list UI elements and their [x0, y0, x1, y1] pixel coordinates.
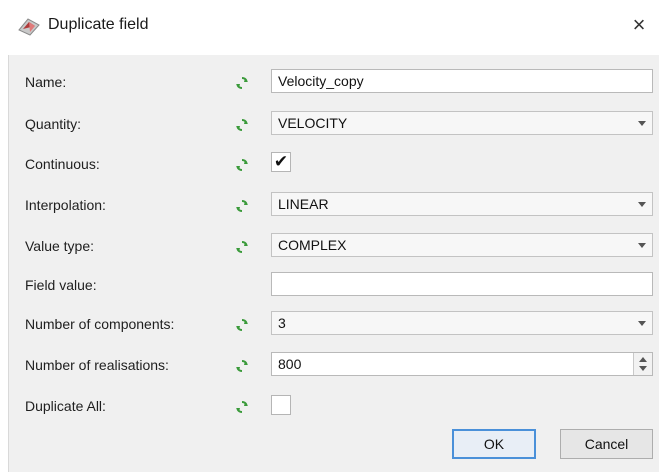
name-link-icon[interactable]: [235, 76, 249, 90]
title-bar: Duplicate field ×: [0, 0, 659, 54]
num-components-value: 3: [278, 315, 286, 331]
spin-down-icon[interactable]: [639, 366, 647, 371]
name-input[interactable]: Velocity_copy: [271, 69, 653, 93]
quantity-label: Quantity:: [25, 116, 82, 132]
chevron-down-icon: [638, 121, 646, 126]
cancel-button[interactable]: Cancel: [560, 429, 653, 459]
chevron-down-icon: [638, 202, 646, 207]
dialog-content: Name: Velocity_copy Quantity: VELOCITY C…: [8, 55, 659, 472]
num-realisations-label: Number of realisations:: [25, 357, 169, 373]
duplicate-all-link-icon[interactable]: [235, 400, 249, 414]
chevron-down-icon: [638, 321, 646, 326]
value-type-link-icon[interactable]: [235, 240, 249, 254]
quantity-link-icon[interactable]: [235, 118, 249, 132]
num-components-select[interactable]: 3: [271, 311, 653, 335]
continuous-checkbox[interactable]: ✔: [271, 152, 291, 172]
interpolation-select[interactable]: LINEAR: [271, 192, 653, 216]
close-icon[interactable]: ×: [626, 14, 652, 38]
continuous-link-icon[interactable]: [235, 158, 249, 172]
value-type-select[interactable]: COMPLEX: [271, 233, 653, 257]
num-components-label: Number of components:: [25, 316, 175, 332]
spin-up-icon[interactable]: [639, 357, 647, 362]
app-logo-icon: [18, 18, 40, 36]
quantity-value: VELOCITY: [278, 115, 348, 131]
duplicate-all-label: Duplicate All:: [25, 398, 106, 414]
num-realisations-spinner[interactable]: 800: [271, 352, 653, 376]
spinner-buttons[interactable]: [633, 353, 652, 375]
name-label: Name:: [25, 74, 67, 90]
ok-button[interactable]: OK: [452, 429, 536, 459]
quantity-select[interactable]: VELOCITY: [271, 111, 653, 135]
interpolation-link-icon[interactable]: [235, 199, 249, 213]
num-components-link-icon[interactable]: [235, 318, 249, 332]
interpolation-label: Interpolation:: [25, 197, 106, 213]
value-type-value: COMPLEX: [278, 237, 347, 253]
continuous-label: Continuous:: [25, 156, 100, 172]
field-value-input[interactable]: [271, 272, 653, 296]
value-type-label: Value type:: [25, 238, 95, 254]
chevron-down-icon: [638, 243, 646, 248]
num-realisations-link-icon[interactable]: [235, 359, 249, 373]
field-value-label: Field value:: [25, 277, 97, 293]
num-realisations-value: 800: [278, 356, 302, 372]
interpolation-value: LINEAR: [278, 196, 329, 212]
window-title: Duplicate field: [48, 16, 149, 33]
duplicate-all-checkbox[interactable]: [271, 395, 291, 415]
